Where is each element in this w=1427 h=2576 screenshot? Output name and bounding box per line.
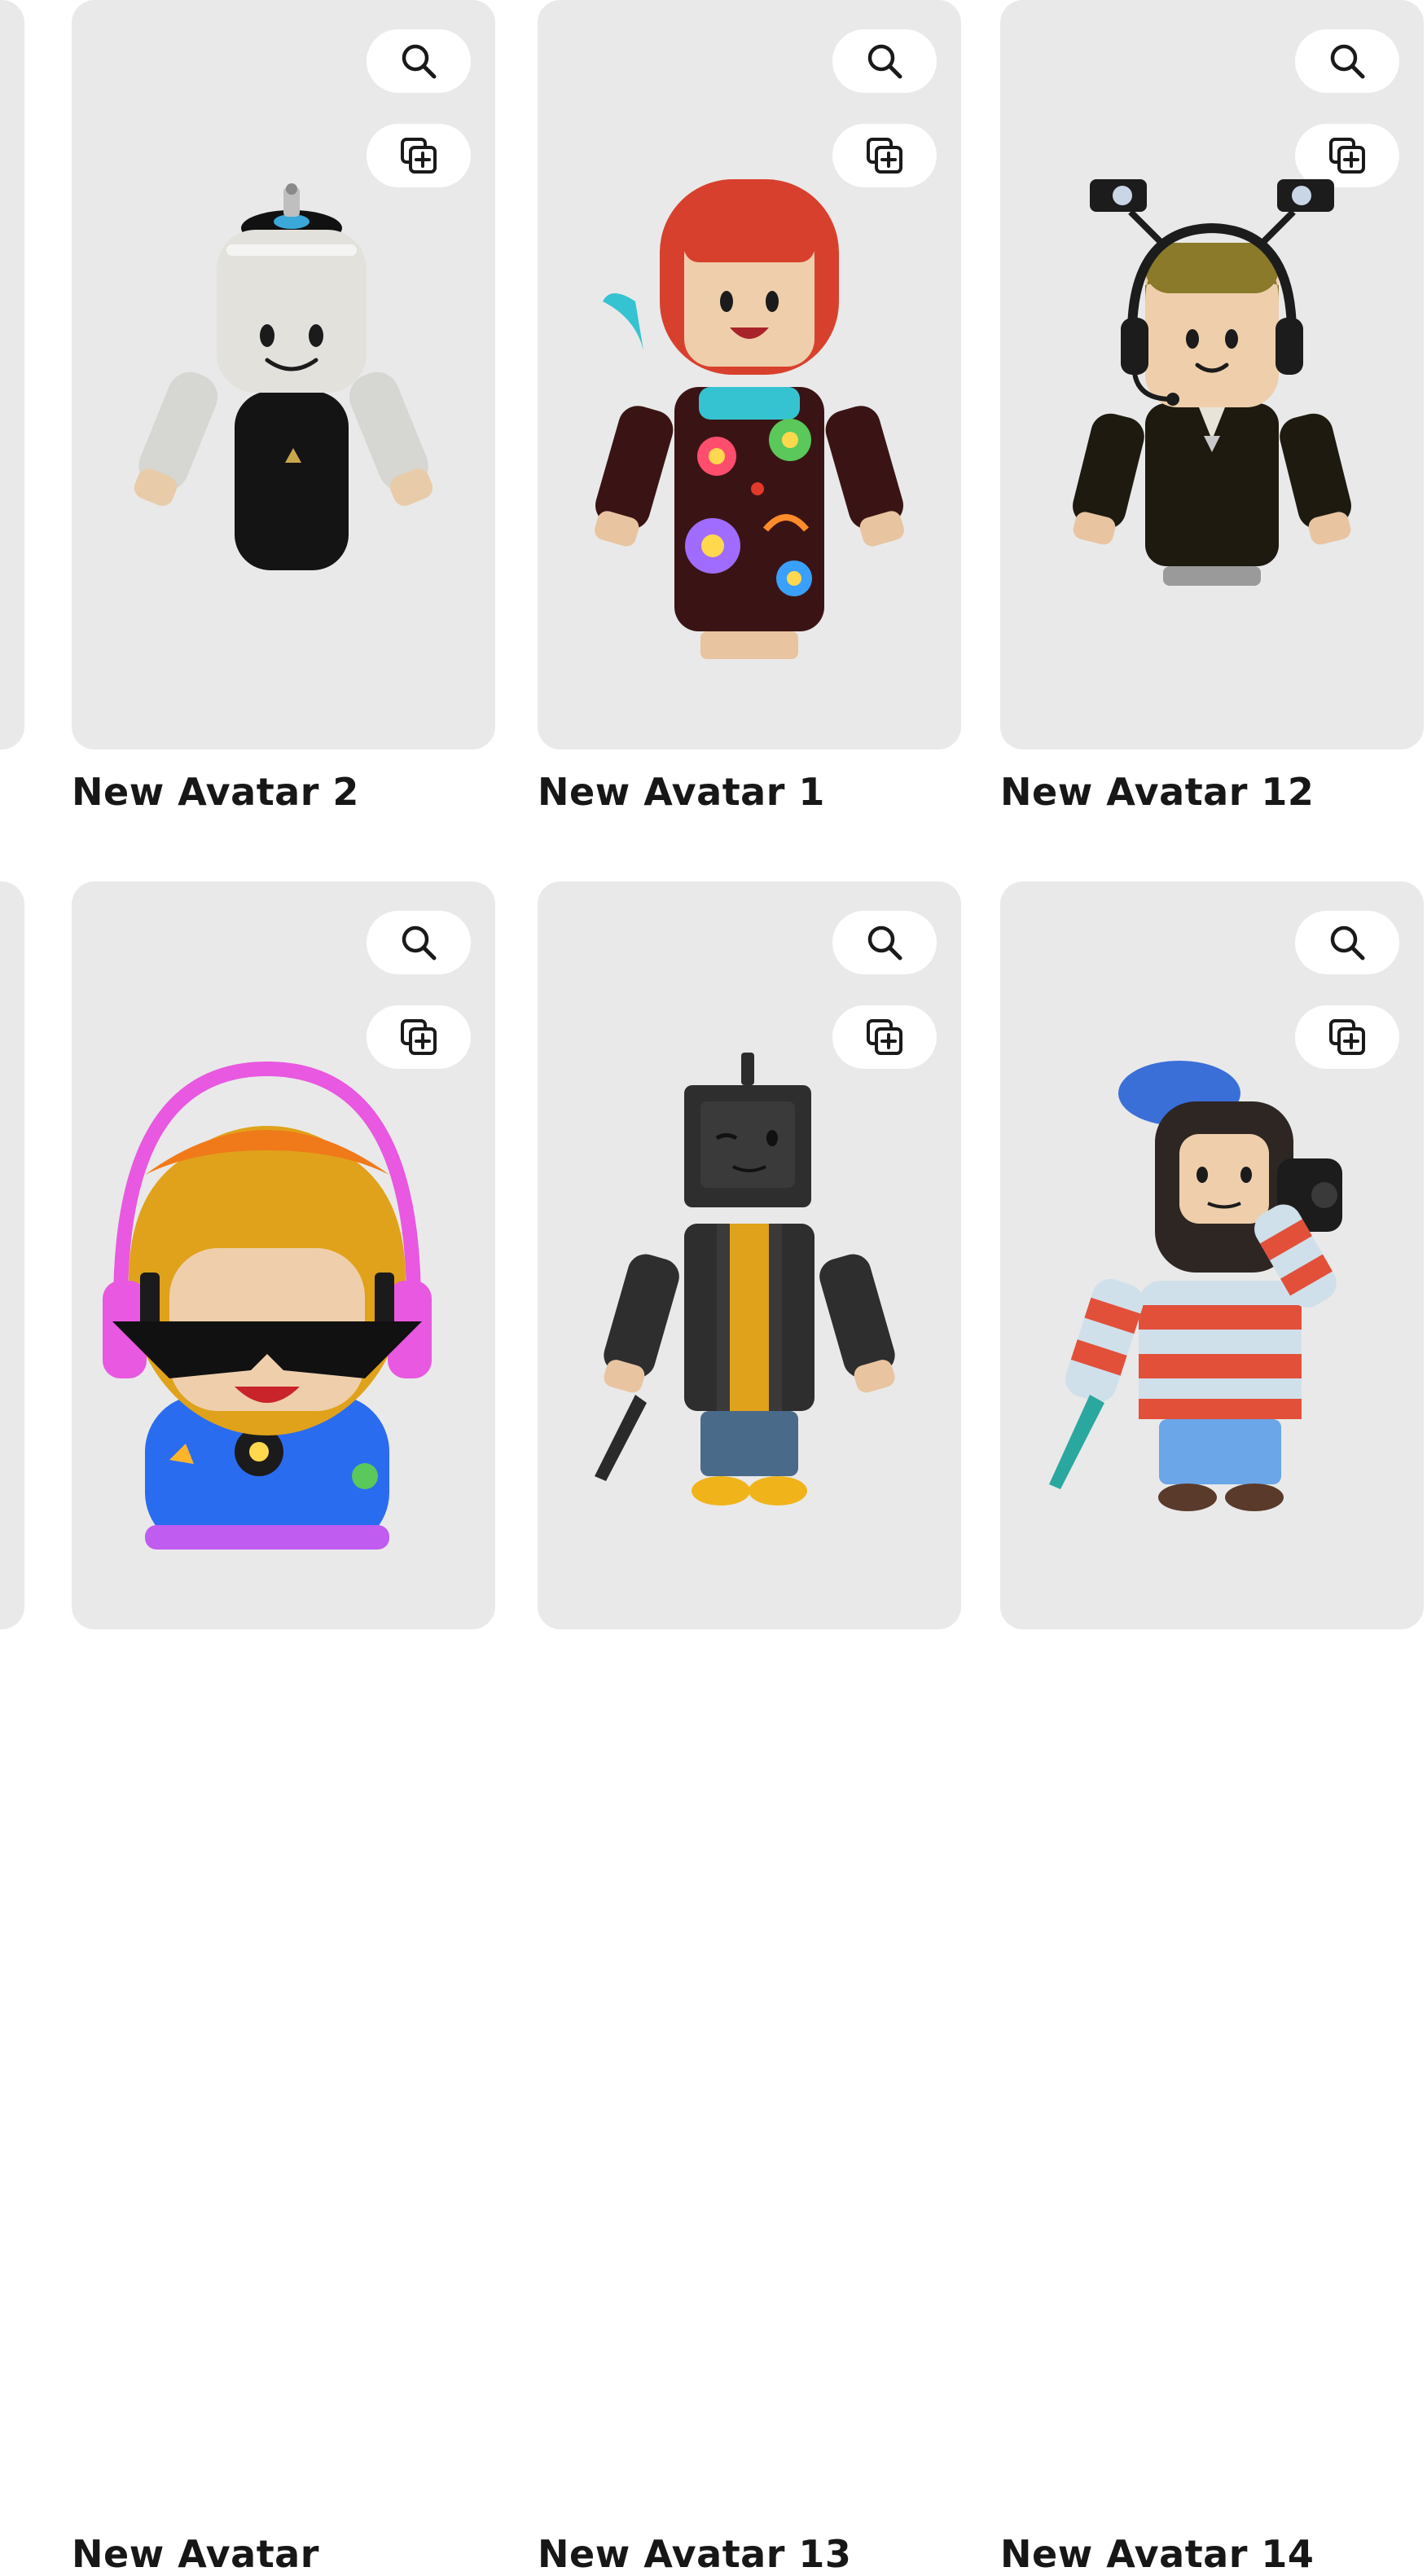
partial-avatar-card[interactable] bbox=[0, 0, 24, 750]
avatar-name[interactable]: New Avatar 13 bbox=[538, 2532, 851, 2576]
avatar-tile: New Avatar 12 bbox=[1000, 0, 1424, 814]
avatar-tile: New Avatar 2 bbox=[72, 0, 495, 814]
avatar-card[interactable] bbox=[538, 0, 961, 750]
magnifier-icon bbox=[1330, 925, 1365, 961]
avatar-tile: New Avatar 1 bbox=[538, 0, 961, 814]
avatar-name[interactable]: New Avatar 1 bbox=[538, 770, 825, 814]
avatar-name[interactable]: New Avatar 14 bbox=[1000, 2532, 1314, 2576]
pink-headphones-sunglasses-avatar-icon bbox=[103, 1061, 432, 1550]
zoom-button[interactable] bbox=[367, 29, 471, 93]
avatar-card[interactable] bbox=[72, 0, 495, 750]
avatar-name[interactable]: New Avatar 12 bbox=[1000, 770, 1314, 814]
avatar-card[interactable] bbox=[538, 881, 961, 1629]
avatar-name[interactable]: New Avatar bbox=[72, 2532, 319, 2576]
zoom-button[interactable] bbox=[832, 29, 937, 93]
magnifier-icon bbox=[867, 925, 902, 961]
magnifier-icon bbox=[402, 925, 437, 961]
beret-beard-camera-avatar-icon bbox=[1049, 1061, 1342, 1511]
magnifier-icon bbox=[867, 44, 902, 79]
avatar-name[interactable]: New Avatar 2 bbox=[72, 770, 359, 814]
zoom-button[interactable] bbox=[367, 911, 471, 974]
avatar-card[interactable] bbox=[1000, 0, 1424, 750]
red-bob-hair-flower-dress-avatar-icon bbox=[595, 179, 904, 659]
avatar-tile: New Avatar bbox=[72, 881, 495, 2576]
spray-can-avatar-icon bbox=[134, 183, 433, 570]
headset-spotlight-suit-avatar-icon bbox=[1073, 179, 1351, 586]
zoom-button[interactable] bbox=[1295, 911, 1399, 974]
partial-avatar-card[interactable] bbox=[0, 881, 24, 1629]
avatar-tile: New Avatar 14 bbox=[1000, 881, 1424, 2576]
avatar-card[interactable] bbox=[1000, 881, 1424, 1629]
tv-head-jacket-avatar-icon bbox=[595, 1053, 895, 1506]
zoom-button[interactable] bbox=[1295, 29, 1399, 93]
magnifier-icon bbox=[402, 44, 437, 79]
zoom-button[interactable] bbox=[832, 911, 937, 974]
avatar-tile: New Avatar 13 bbox=[538, 881, 961, 2576]
avatar-card[interactable] bbox=[72, 881, 495, 1629]
magnifier-icon bbox=[1330, 44, 1365, 79]
